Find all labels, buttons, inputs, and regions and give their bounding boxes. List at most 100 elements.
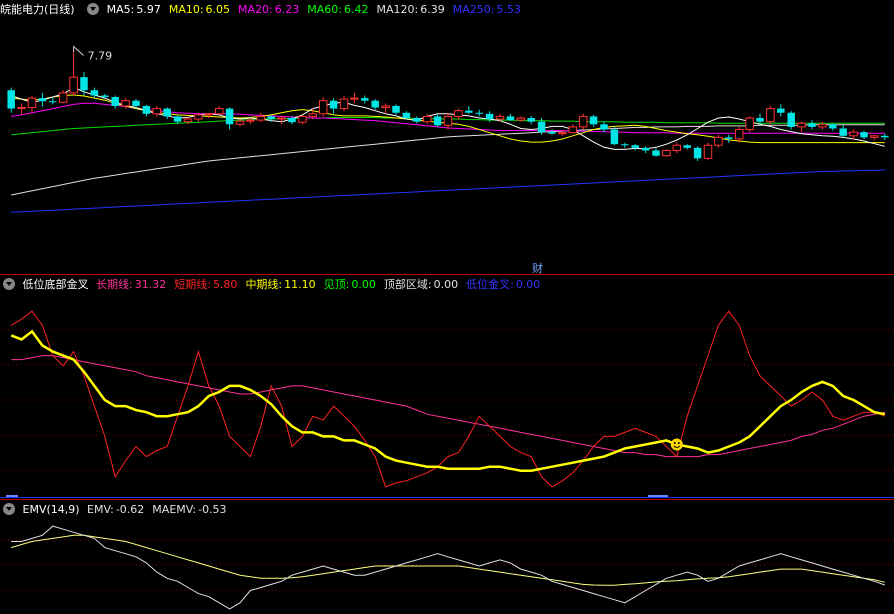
candle-body bbox=[371, 100, 379, 108]
stock-chart-canvas[interactable]: 7.79 财 bbox=[0, 0, 894, 614]
candle-body bbox=[485, 113, 494, 120]
indicator-legend-item-label: 低位金叉: bbox=[466, 278, 514, 291]
candle-body bbox=[152, 108, 162, 115]
smiley-eye bbox=[673, 441, 676, 444]
candle-body bbox=[142, 105, 151, 114]
ma120-line bbox=[11, 124, 885, 196]
candle-body bbox=[422, 115, 432, 123]
short-term-line bbox=[10, 310, 885, 488]
candle-body bbox=[235, 120, 245, 125]
candle-body bbox=[662, 149, 671, 157]
indicator-legend-item-label: 中期线: bbox=[245, 278, 283, 291]
candle-body bbox=[568, 126, 578, 134]
indicator-legend: 低位底部金叉 长期线: 31.32 短期线: 5.80 中期线: 11.10 见顶: 0.00… bbox=[0, 276, 552, 294]
ma-legend-item-value: 6.23 bbox=[274, 3, 300, 16]
long-term-line bbox=[11, 355, 885, 458]
candle-body bbox=[527, 118, 535, 122]
candle-body bbox=[163, 108, 171, 117]
emv-legend-item-1: MAEMV: -0.53 bbox=[152, 503, 230, 516]
ma-legend-item-2: MA20: 6.23 bbox=[238, 3, 303, 16]
candle-body bbox=[433, 116, 442, 126]
candle-body bbox=[537, 121, 546, 133]
candle-body bbox=[339, 98, 349, 110]
candle-body bbox=[693, 147, 702, 159]
ma-legend-item-label: MA5: bbox=[106, 3, 135, 16]
ma-legend-item-value: 5.97 bbox=[136, 3, 161, 16]
candle-body bbox=[870, 135, 879, 138]
indicator-legend-item-value: 0.00 bbox=[433, 278, 459, 291]
candle-body bbox=[797, 122, 806, 128]
candle-body bbox=[475, 112, 483, 114]
candle-body bbox=[381, 105, 390, 109]
candle-body bbox=[101, 95, 109, 98]
ma-legend-item-label: MA120: bbox=[376, 3, 419, 16]
candle-body bbox=[672, 144, 682, 151]
panel2-title: 低位底部金叉 bbox=[22, 278, 89, 291]
candle-body bbox=[38, 98, 47, 102]
emv-legend-item-label: EMV: bbox=[87, 503, 114, 516]
ma-legend-item-0: MA5: 5.97 bbox=[107, 3, 165, 16]
ma-legend-item-label: MA10: bbox=[168, 3, 204, 16]
candle-body bbox=[578, 115, 588, 128]
ma-legend-item-value: 5.53 bbox=[496, 3, 521, 16]
candle-body bbox=[714, 136, 723, 146]
candle-body bbox=[454, 110, 463, 117]
indicator-legend-item-label: 见顶: bbox=[323, 278, 350, 291]
candle-body bbox=[641, 147, 650, 151]
candle-body bbox=[756, 118, 764, 122]
candle-body bbox=[631, 145, 639, 148]
candle-body bbox=[173, 116, 182, 122]
candle-body bbox=[27, 97, 37, 109]
candle-body bbox=[49, 101, 57, 103]
candle-body bbox=[703, 144, 713, 159]
ma-legend-item-label: MA60: bbox=[307, 3, 342, 16]
panel1-title: 皖能电力(日线) bbox=[0, 3, 75, 16]
indicator-legend-item-label: 顶部区域: bbox=[383, 278, 432, 291]
ma-legend-item-3: MA60: 6.42 bbox=[307, 3, 372, 16]
main-chart-legend: 皖能电力(日线) MA5: 5.97 MA10: 6.05 MA20: 6.23 MA60:… bbox=[0, 1, 533, 19]
indicator-legend-item-value: 31.32 bbox=[134, 278, 167, 291]
candle-body bbox=[246, 119, 255, 122]
candle-body bbox=[777, 108, 785, 113]
candle-body bbox=[860, 132, 868, 138]
candle-body bbox=[610, 129, 619, 145]
ma-legend-item-5: MA250: 5.53 bbox=[453, 3, 525, 16]
panel2-toggle-icon[interactable] bbox=[3, 278, 15, 290]
mid-term-line bbox=[10, 329, 886, 472]
candle-body bbox=[7, 90, 15, 109]
candle-body bbox=[516, 117, 526, 121]
candle-body bbox=[288, 118, 296, 123]
indicator-legend-item-value: 0.00 bbox=[515, 278, 541, 291]
candle-body bbox=[204, 113, 214, 116]
candle-body bbox=[267, 116, 275, 120]
candle-body bbox=[194, 114, 203, 120]
candle-body bbox=[318, 100, 328, 115]
candle-body bbox=[413, 118, 421, 122]
ma-legend-item-4: MA120: 6.39 bbox=[376, 3, 448, 16]
candle-body bbox=[766, 108, 775, 123]
candle-body bbox=[58, 92, 68, 103]
ma-legend-item-value: 6.05 bbox=[205, 3, 231, 16]
panel3-toggle-icon[interactable] bbox=[3, 503, 15, 515]
candle-body bbox=[589, 116, 598, 125]
indicator-legend-item-value: 5.80 bbox=[212, 278, 238, 291]
panel1-toggle-icon[interactable] bbox=[87, 3, 100, 15]
indicator-legend-item-5: 低位金叉: 0.00 bbox=[466, 278, 544, 291]
golden-cross-smiley-icon bbox=[670, 438, 683, 451]
indicator-legend-item-value: 11.10 bbox=[284, 278, 316, 291]
candle-body bbox=[745, 117, 754, 131]
candle-body bbox=[329, 100, 338, 109]
candle-body bbox=[132, 100, 140, 106]
indicator-legend-item-value: 0.00 bbox=[351, 278, 376, 291]
candle-body bbox=[548, 132, 556, 134]
candle-body bbox=[361, 98, 369, 101]
candle-body bbox=[183, 118, 193, 123]
candle-body bbox=[214, 108, 224, 115]
indicator-legend-item-1: 短期线: 5.80 bbox=[174, 278, 241, 291]
indicator-legend-item-0: 长期线: 31.32 bbox=[96, 278, 170, 291]
ma250-line bbox=[11, 169, 885, 213]
candle-body bbox=[600, 124, 608, 130]
high-price-label: 7.79 bbox=[88, 49, 113, 62]
candle-body bbox=[121, 100, 130, 107]
ma-legend-item-label: MA250: bbox=[452, 3, 495, 16]
